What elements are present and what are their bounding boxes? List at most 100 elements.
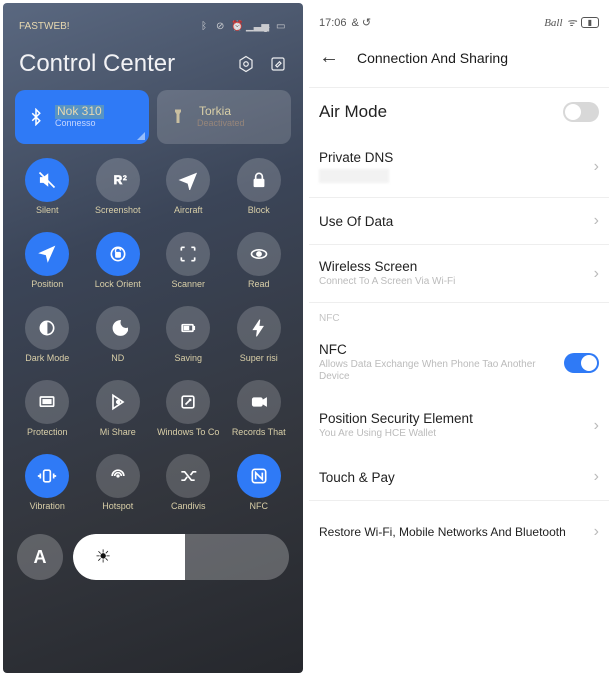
lock-orient-toggle[interactable]: Lock Orient xyxy=(86,232,151,300)
cast-icon xyxy=(37,392,57,412)
toggle-circle xyxy=(166,232,210,276)
expand-corner-icon xyxy=(137,132,145,140)
airplane-icon xyxy=(178,170,198,190)
toggle-label: Mi Share xyxy=(100,428,136,448)
security-element-row[interactable]: Position Security Element You Are Using … xyxy=(317,397,601,454)
carrier-label: Ball xyxy=(544,17,562,29)
dark-mode-toggle[interactable]: Dark Mode xyxy=(15,306,80,374)
settings-icon[interactable] xyxy=(237,55,255,73)
scanner-icon xyxy=(178,244,198,264)
lock-toggle[interactable]: Block xyxy=(227,158,292,226)
private-dns-label: Private DNS xyxy=(319,150,393,165)
touch-pay-label: Touch & Pay xyxy=(319,470,395,485)
toggle-label: Read xyxy=(248,280,270,300)
restore-row[interactable]: Restore Wi-Fi, Mobile Networks And Bluet… xyxy=(317,501,601,555)
cast-toggle[interactable]: Protection xyxy=(15,380,80,448)
record-icon xyxy=(249,392,269,412)
battery-saver-toggle[interactable]: Saving xyxy=(156,306,221,374)
toggle-circle xyxy=(166,380,210,424)
bluetooth-icon xyxy=(27,108,45,126)
eye-icon xyxy=(249,244,269,264)
screenshot-toggle[interactable]: R2 Screenshot xyxy=(86,158,151,226)
hotspot-toggle[interactable]: Hotspot xyxy=(86,454,151,522)
brightness-fill xyxy=(73,534,185,580)
bluetooth-tile-label: Nok 310 xyxy=(55,105,104,118)
shuffle-icon xyxy=(178,466,198,486)
wifi-status-icon: ᯤ xyxy=(567,15,577,30)
vibration-toggle[interactable]: Vibration xyxy=(15,454,80,522)
toggle-circle xyxy=(25,454,69,498)
lock-icon xyxy=(249,170,269,190)
bluetooth-tile-sub: Connesso xyxy=(55,119,104,129)
toggle-label: Screenshot xyxy=(95,206,141,226)
nfc-switch[interactable] xyxy=(564,353,599,373)
toggle-circle xyxy=(237,158,281,202)
eye-toggle[interactable]: Read xyxy=(227,232,292,300)
touch-pay-row[interactable]: Touch & Pay › xyxy=(317,454,601,500)
svg-text:R: R xyxy=(114,174,123,187)
private-dns-row[interactable]: Private DNS › xyxy=(317,136,601,197)
time-label: 17:06 xyxy=(319,17,347,29)
chevron-right-icon: › xyxy=(594,265,599,283)
flashlight-tile[interactable]: Torkia Deactivated xyxy=(157,90,291,144)
quick-toggle-grid: Silent R2 Screenshot Aircraft Block Position L… xyxy=(13,158,293,522)
dnd-toggle[interactable]: ND xyxy=(86,306,151,374)
battery-status-icon: ▭ xyxy=(276,21,287,32)
air-mode-row[interactable]: Air Mode xyxy=(317,88,601,136)
record-toggle[interactable]: Records That xyxy=(227,380,292,448)
toggle-label: Position xyxy=(31,280,63,300)
toggle-circle xyxy=(237,306,281,350)
super-saver-toggle[interactable]: Super risi xyxy=(227,306,292,374)
control-center-panel: FASTWEB! ᛒ ⊘ ⏰ ▁▃▅ ᯤ ▭ Control Center No… xyxy=(3,3,303,673)
wireless-screen-desc: Connect To A Screen Via Wi-Fi xyxy=(319,276,455,288)
screenshot-icon: R2 xyxy=(108,170,128,190)
edit-icon[interactable] xyxy=(269,55,287,73)
toggle-label: Scanner xyxy=(171,280,205,300)
nfc-toggle[interactable]: NFC xyxy=(227,454,292,522)
toggle-label: Windows To Co xyxy=(157,428,219,448)
toggle-circle xyxy=(25,158,69,202)
toggle-label: Vibration xyxy=(30,502,65,522)
super-saver-icon xyxy=(249,318,269,338)
dark-mode-icon xyxy=(37,318,57,338)
airplane-toggle[interactable]: Aircraft xyxy=(156,158,221,226)
toggle-circle xyxy=(96,380,140,424)
wifi-status-icon: ᯤ xyxy=(261,21,272,32)
status-icons: ᛒ ⊘ ⏰ ▁▃▅ ᯤ ▭ xyxy=(201,21,287,32)
chevron-right-icon: › xyxy=(594,523,599,541)
mishare-toggle[interactable]: Mi Share xyxy=(86,380,151,448)
use-of-data-label: Use Of Data xyxy=(319,214,393,229)
nfc-row[interactable]: NFC Allows Data Exchange When Phone Tao … xyxy=(317,328,601,397)
windows-toggle[interactable]: Windows To Co xyxy=(156,380,221,448)
shuffle-toggle[interactable]: Candivis xyxy=(156,454,221,522)
restore-label: Restore Wi-Fi, Mobile Networks And Bluet… xyxy=(319,525,566,539)
brightness-slider[interactable]: ☀ xyxy=(73,534,289,580)
toggle-label: Protection xyxy=(27,428,68,448)
toggle-label: Saving xyxy=(174,354,202,374)
signal-status-icon: ▁▃▅ xyxy=(246,21,257,32)
air-mode-label: Air Mode xyxy=(319,102,387,122)
dnd-icon xyxy=(108,318,128,338)
wireless-screen-label: Wireless Screen xyxy=(319,259,455,274)
toggle-circle xyxy=(166,306,210,350)
scanner-toggle[interactable]: Scanner xyxy=(156,232,221,300)
wireless-screen-row[interactable]: Wireless Screen Connect To A Screen Via … xyxy=(317,245,601,302)
font-size-button[interactable]: A xyxy=(17,534,63,580)
header-title: Connection And Sharing xyxy=(357,50,508,66)
mishare-icon xyxy=(108,392,128,412)
toggle-label: Dark Mode xyxy=(25,354,69,374)
bluetooth-tile[interactable]: Nok 310 Connesso xyxy=(15,90,149,144)
toggle-circle xyxy=(25,232,69,276)
toggle-label: Aircraft xyxy=(174,206,203,226)
location-toggle[interactable]: Position xyxy=(15,232,80,300)
security-element-desc: You Are Using HCE Wallet xyxy=(319,428,473,440)
toggle-circle xyxy=(237,232,281,276)
nfc-icon xyxy=(249,466,269,486)
chevron-right-icon: › xyxy=(594,468,599,486)
silent-toggle[interactable]: Silent xyxy=(15,158,80,226)
silent-icon xyxy=(37,170,57,190)
air-mode-switch[interactable] xyxy=(563,102,599,122)
back-button[interactable]: ← xyxy=(319,46,339,69)
use-of-data-row[interactable]: Use Of Data › xyxy=(317,198,601,244)
toggle-label: Block xyxy=(248,206,270,226)
